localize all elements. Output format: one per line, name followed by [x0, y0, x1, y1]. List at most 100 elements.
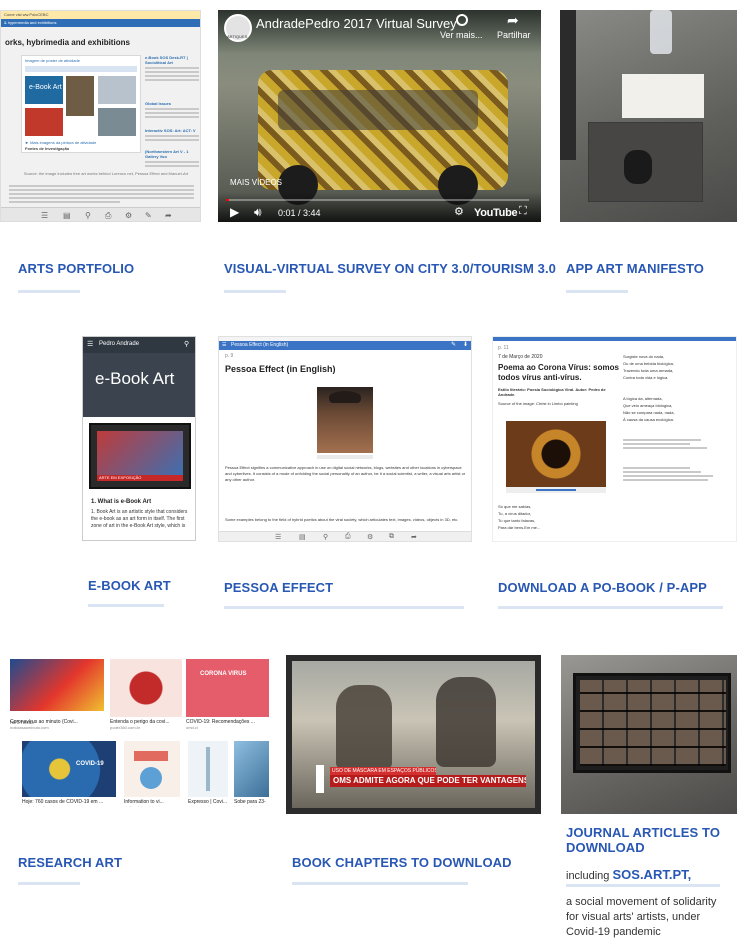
journal-articles-title[interactable]: JOURNAL ARTICLES TO DOWNLOAD [566, 825, 736, 855]
book-chapters-underline [292, 882, 468, 885]
doc-toolbar: ☰ ▤ ⚲ ⎙ ⚙ ✎ ➦ [1, 207, 200, 221]
share-label[interactable]: Partilhar [497, 30, 531, 40]
doc-photo [98, 76, 136, 104]
statue-left [336, 685, 392, 769]
verse-line: Só que me sabías, [498, 504, 532, 509]
doc-sidebar: e-Book SOS Desk-RT | Sociolitical Art Gl… [145, 55, 199, 169]
search-icon[interactable]: ⚲ [184, 340, 189, 348]
arts-portfolio-thumbnail[interactable]: Come visi ww.PoloCEBC & hypermedia and e… [0, 10, 201, 222]
pobook-bottom-verse: Só que me sabías, Tu, a vírus ditador, T… [498, 503, 623, 531]
verse-line: Não se compara nada, nada, [623, 410, 675, 415]
edit-icon[interactable]: ✎ [451, 341, 456, 348]
ebook-art-underline [88, 604, 164, 607]
statue-right [436, 677, 496, 767]
ebook-cover: e-Book Art [83, 353, 195, 417]
corona-virus-text: CORONA VIRUS [200, 671, 247, 677]
research-card-source: omd.ci [186, 725, 198, 730]
pobook-date: 7 de Março de 2020 [498, 354, 543, 360]
research-card-source: noticiasaominuto.com [10, 725, 49, 730]
search-icon[interactable]: ⚲ [85, 211, 91, 220]
more-videos-label[interactable]: MAIS VÍDEOS [230, 178, 282, 187]
download-icon[interactable]: ⬇ [463, 341, 468, 348]
arts-portfolio-title[interactable]: ARTS PORTFOLIO [18, 261, 134, 276]
research-card-label[interactable]: COVID-19: Recomendações ... [186, 719, 269, 725]
share-icon[interactable]: ➦ [165, 211, 172, 220]
pages-icon[interactable]: ▤ [299, 533, 306, 541]
pobook-corona-image [506, 421, 606, 487]
pobook-audio-bar[interactable] [506, 487, 606, 493]
news-ticker-main: OMS ADMITE AGORA QUE PODE TER VANTAGENS [330, 775, 526, 787]
verse-line: Trazendo toda uma armada, [623, 368, 674, 373]
share-icon[interactable]: ➦ [507, 12, 519, 29]
verse-line: Surgiste nova do nada, [623, 354, 665, 359]
journal-articles-thumbnail[interactable] [561, 655, 737, 814]
sign-language-inset [316, 765, 324, 793]
pessoa-statue-image [317, 387, 373, 453]
video-survey-player[interactable]: ARTIQUES AndradePedro 2017 Virtual Surve… [218, 10, 541, 222]
video-title[interactable]: AndradePedro 2017 Virtual Survey [256, 16, 457, 31]
progress-bar[interactable] [226, 199, 529, 201]
verse-line: Tu, a vírus ditador, [498, 511, 531, 516]
research-time-row: há 5 horas [10, 711, 104, 726]
research-art-thumbnail[interactable]: há 5 horas Coronavírus ao minuto (Covi..… [10, 655, 269, 807]
ebook-art-thumbnail[interactable]: ☰ Pedro Andrade ⚲ e-Book Art ARTE EM EXP… [82, 336, 196, 541]
doc-link[interactable]: ► Mais imagens da pintura de atividade [25, 140, 96, 145]
settings-gear-icon[interactable]: ⚙ [454, 205, 464, 218]
pessoa-toolbar: ☰ ▤ ⚲ ⎙ ⚙ ⧉ ➦ [219, 531, 471, 541]
edit-icon[interactable]: ✎ [145, 211, 152, 220]
pobook-meta: Estilo literário: Poesia Sociológica Vir… [498, 387, 606, 397]
settings-icon[interactable]: ⚙ [125, 211, 132, 220]
laptop-edge [560, 10, 576, 160]
doc-red-photo [25, 108, 63, 136]
app-art-manifesto-title[interactable]: APP ART MANIFESTO [566, 261, 704, 276]
po-book-title[interactable]: DOWNLOAD A PO-BOOK / P-APP [498, 580, 707, 595]
app-art-manifesto-thumbnail[interactable] [560, 10, 737, 222]
doc-heading: orks, hybrimedia and exhibitions [5, 38, 130, 47]
watch-later-label[interactable]: Ver mais... [440, 30, 483, 40]
play-icon[interactable]: ▶ [230, 205, 239, 219]
book-chapters-thumbnail[interactable]: USO DE MÁSCARA EM ESPAÇOS PÚBLICOS OMS A… [286, 655, 541, 814]
research-card-source: visitmadeira.pt [124, 805, 150, 807]
doc-tabbar [25, 66, 137, 72]
pessoa-page-number: p. 9 [225, 353, 234, 359]
pessoa-heading: Pessoa Effect (in English) [225, 364, 336, 374]
menu-icon[interactable]: ☰ [275, 533, 281, 541]
ebook-art-title[interactable]: E-BOOK ART [88, 578, 171, 593]
fullscreen-icon[interactable]: ⛶ [519, 205, 527, 218]
youtube-logo[interactable]: YouTube [474, 207, 518, 219]
tv-caption: ARTE EM EXPOSIÇÃO [97, 475, 183, 481]
doc-ebook-label: e-Book Art [29, 84, 62, 91]
book-chapters-title[interactable]: BOOK CHAPTERS TO DOWNLOAD [292, 855, 512, 870]
menu-icon[interactable]: ☰ [87, 340, 93, 348]
info-graphic [124, 741, 180, 797]
pobook-heading: Poema ao Corona Vírus: somos todos vírus… [498, 363, 619, 382]
print-icon[interactable]: ⎙ [345, 533, 351, 541]
ebook-section-heading: 1. What is e-Book Art [91, 499, 152, 505]
volume-icon[interactable]: 🔊︎ [254, 205, 262, 220]
pages-icon[interactable]: ▤ [63, 211, 71, 220]
menu-icon[interactable]: ☰ [222, 342, 226, 348]
search-icon[interactable]: ⚲ [323, 533, 328, 541]
channel-avatar[interactable]: ARTIQUES [224, 14, 252, 42]
gloves-image [234, 741, 269, 797]
doc-gray-photo [98, 108, 136, 136]
research-map-image [10, 659, 104, 711]
settings-icon[interactable]: ⚙ [367, 533, 373, 541]
tv-image: ARTE EM EXPOSIÇÃO [89, 423, 191, 489]
doc-banner: Come visi ww.PoloCEBC [1, 11, 200, 19]
sos-art-brand[interactable]: SOS.ART.PT, [612, 867, 691, 882]
video-survey-title[interactable]: VISUAL-VIRTUAL SURVEY ON CITY 3.0/TOURIS… [224, 261, 556, 276]
po-book-underline [498, 606, 723, 609]
share-icon[interactable]: ➦ [411, 533, 417, 541]
doc-ebook-card: e-Book Art [25, 76, 63, 104]
research-art-title[interactable]: RESEARCH ART [18, 855, 122, 870]
doc-item-1: Imagem de poster de atividade [25, 58, 80, 63]
po-book-thumbnail[interactable]: p. 11 7 de Março de 2020 Poema ao Corona… [492, 336, 737, 542]
menu-icon[interactable]: ☰ [41, 211, 48, 220]
print-icon[interactable]: ⎙ [105, 211, 111, 221]
pessoa-audio-bar[interactable] [317, 455, 373, 459]
watch-later-icon[interactable] [456, 14, 468, 26]
external-link-icon[interactable]: ⧉ [389, 533, 394, 541]
pessoa-effect-title[interactable]: PESSOA EFFECT [224, 580, 333, 595]
pessoa-effect-thumbnail[interactable]: ☰ Pessoa Effect (in English) ✎ ⬇ p. 9 Pe… [218, 336, 472, 542]
